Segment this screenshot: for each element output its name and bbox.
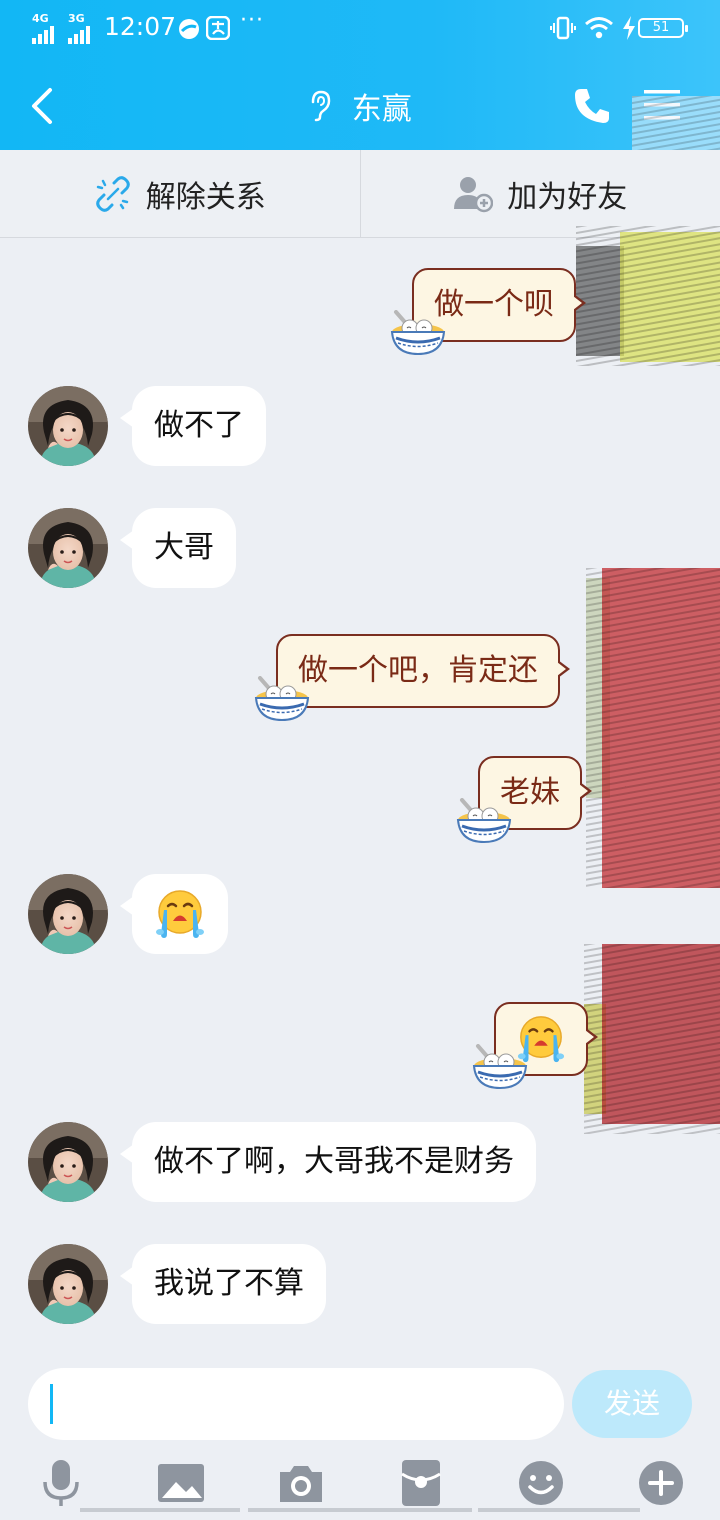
microphone-icon[interactable] [36, 1458, 86, 1508]
message-incoming: 我说了不算 [28, 1244, 326, 1324]
message-incoming: 做不了啊，大哥我不是财务 [28, 1122, 536, 1202]
avatar[interactable] [28, 508, 108, 588]
vibrate-icon [550, 16, 576, 40]
tangyuan-bowl-icon [252, 676, 312, 724]
avatar[interactable] [28, 874, 108, 954]
camera-icon[interactable] [276, 1458, 326, 1508]
crayon-decoration [586, 568, 720, 888]
page-title: 东赢 [351, 92, 412, 127]
message-bubble[interactable]: 做一个吧，肯定还 [276, 634, 570, 708]
message-text: 做不了啊，大哥我不是财务 [154, 1144, 514, 1179]
add-friend-icon [454, 176, 494, 212]
avatar[interactable] [28, 1122, 108, 1202]
relationship-action-bar: 解除关系 加为好友 [0, 150, 720, 238]
message-bubble[interactable]: 做不了 [120, 386, 266, 466]
charging-icon [623, 16, 635, 40]
message-outgoing: 老妹 [478, 756, 592, 830]
input-toolbar [0, 1452, 720, 1512]
more-notifications-icon: ··· [240, 8, 264, 33]
message-bubble[interactable]: 我说了不算 [120, 1244, 326, 1324]
crying-emoji-icon [154, 888, 206, 940]
nav-indicator [478, 1508, 640, 1512]
status-bar: 4G 3G 12:07 ··· 51 [0, 0, 720, 58]
image-icon[interactable] [156, 1458, 206, 1508]
crayon-decoration [576, 226, 720, 366]
message-bubble[interactable]: 大哥 [120, 508, 236, 588]
avatar[interactable] [28, 386, 108, 466]
avatar[interactable] [28, 1244, 108, 1324]
chat-title: 东赢 [0, 84, 720, 128]
crayon-decoration [584, 944, 720, 1134]
network-type-label: 3G [68, 12, 85, 25]
message-incoming: 大哥 [28, 508, 236, 588]
message-text: 我说了不算 [154, 1266, 304, 1301]
text-caret [50, 1384, 53, 1424]
unlink-relationship-button[interactable]: 解除关系 [0, 150, 360, 237]
emoji-icon[interactable] [516, 1458, 566, 1508]
message-incoming [28, 874, 228, 954]
send-button[interactable]: 发送 [572, 1370, 692, 1438]
menu-icon[interactable] [644, 88, 680, 122]
battery-icon: 51 [638, 18, 688, 38]
message-outgoing [494, 1002, 598, 1076]
message-text: 做一个吧，肯定还 [298, 653, 538, 688]
message-bubble[interactable]: 做不了啊，大哥我不是财务 [120, 1122, 536, 1202]
red-packet-icon[interactable] [396, 1458, 446, 1508]
message-incoming: 做不了 [28, 386, 266, 466]
message-input[interactable] [28, 1368, 564, 1440]
network-type-label: 4G [32, 12, 49, 25]
message-bubble[interactable] [120, 874, 228, 954]
nav-indicator [80, 1508, 240, 1512]
add-friend-button[interactable]: 加为好友 [359, 150, 720, 237]
phone-icon[interactable] [572, 86, 612, 126]
header: 4G 3G 12:07 ··· 51 东赢 [0, 0, 720, 150]
tangyuan-bowl-icon [388, 310, 448, 358]
ear-icon [311, 90, 331, 122]
broken-link-icon [95, 175, 130, 212]
wifi-icon [585, 17, 613, 39]
tangyuan-bowl-icon [454, 798, 514, 846]
message-outgoing: 做一个呗 [412, 268, 586, 342]
tangyuan-bowl-icon [470, 1044, 530, 1092]
qq-browser-icon [179, 19, 199, 39]
nav-indicator [248, 1508, 472, 1512]
alipay-icon [206, 16, 230, 40]
message-outgoing: 做一个吧，肯定还 [276, 634, 570, 708]
message-text: 做一个呗 [434, 287, 554, 322]
message-text: 大哥 [154, 530, 214, 565]
message-text: 做不了 [154, 408, 244, 443]
battery-level: 51 [652, 20, 670, 35]
plus-icon[interactable] [636, 1458, 686, 1508]
unlink-label: 解除关系 [145, 179, 266, 215]
add-friend-label: 加为好友 [507, 179, 628, 215]
clock: 12:07 [104, 12, 177, 41]
